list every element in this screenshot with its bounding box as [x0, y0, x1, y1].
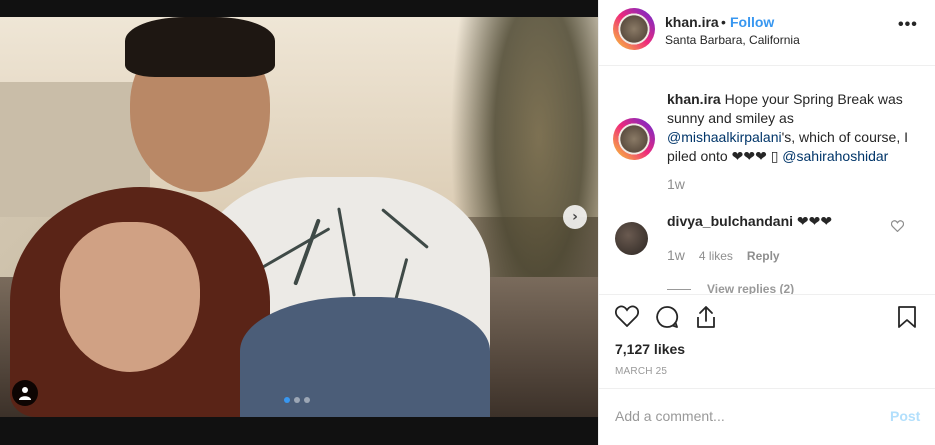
comments-section[interactable]: khan.ira Hope your Spring Break was sunn…	[599, 66, 935, 294]
comment-timestamp[interactable]: 1w	[667, 247, 685, 263]
share-icon[interactable]	[695, 305, 717, 329]
person-icon	[19, 387, 31, 400]
post-comment-button[interactable]: Post	[890, 408, 920, 424]
post-location[interactable]: Santa Barbara, California	[665, 33, 800, 47]
chevron-right-icon: ›	[572, 209, 578, 225]
comment-bubble-icon[interactable]	[655, 305, 679, 329]
header-separator: •	[721, 14, 726, 30]
tagged-people-button[interactable]	[12, 380, 38, 406]
caption-username[interactable]: khan.ira	[667, 91, 721, 107]
post-photo[interactable]	[0, 17, 598, 417]
caption-avatar[interactable]	[613, 118, 655, 160]
photo-denim-jacket	[240, 297, 490, 417]
view-replies-button[interactable]: View replies (2)	[667, 282, 794, 294]
carousel-dot-2	[294, 397, 300, 403]
post-date[interactable]: MARCH 25	[615, 366, 667, 377]
author-avatar[interactable]	[613, 8, 655, 50]
caption-mention-1[interactable]: @mishaalkirpalani	[667, 129, 782, 145]
photo-woman-face	[60, 222, 200, 372]
bookmark-icon[interactable]	[897, 305, 917, 329]
post-media: ›	[0, 0, 598, 445]
comment-reply-button[interactable]: Reply	[747, 249, 780, 263]
like-heart-icon[interactable]	[615, 305, 639, 327]
add-comment-input[interactable]	[615, 405, 875, 427]
comment-meta: 1w 4 likes Reply	[667, 247, 780, 263]
carousel-dot-3	[304, 397, 310, 403]
caption-mention-2[interactable]: @sahirahoshidar	[782, 148, 888, 164]
view-replies-line	[667, 288, 691, 290]
caption-text: khan.ira Hope your Spring Break was sunn…	[667, 90, 917, 166]
post-actions: 7,127 likes MARCH 25	[599, 294, 935, 388]
comment-text: divya_bulchandani ❤❤❤	[667, 213, 832, 230]
post-side-panel: khan.ira • Follow Santa Barbara, Califor…	[598, 0, 935, 445]
comment-body: ❤❤❤	[793, 213, 833, 229]
caption-timestamp[interactable]: 1w	[667, 176, 685, 192]
view-replies-label: View replies (2)	[707, 282, 795, 294]
comment-like-heart-icon[interactable]	[891, 220, 904, 232]
comment-username[interactable]: divya_bulchandani	[667, 213, 793, 229]
carousel-indicator	[284, 397, 310, 403]
more-options-icon[interactable]: •••	[898, 16, 918, 34]
commenter-avatar[interactable]	[615, 222, 648, 255]
photo-man-hair	[125, 17, 275, 77]
follow-button[interactable]: Follow	[730, 14, 774, 30]
carousel-next-button[interactable]: ›	[563, 205, 587, 229]
add-comment-bar: Post	[599, 388, 935, 445]
carousel-dot-1	[284, 397, 290, 403]
author-username[interactable]: khan.ira	[665, 14, 719, 30]
post-header: khan.ira • Follow Santa Barbara, Califor…	[599, 0, 935, 66]
comment-likes[interactable]: 4 likes	[699, 249, 733, 263]
likes-count[interactable]: 7,127 likes	[615, 341, 685, 357]
